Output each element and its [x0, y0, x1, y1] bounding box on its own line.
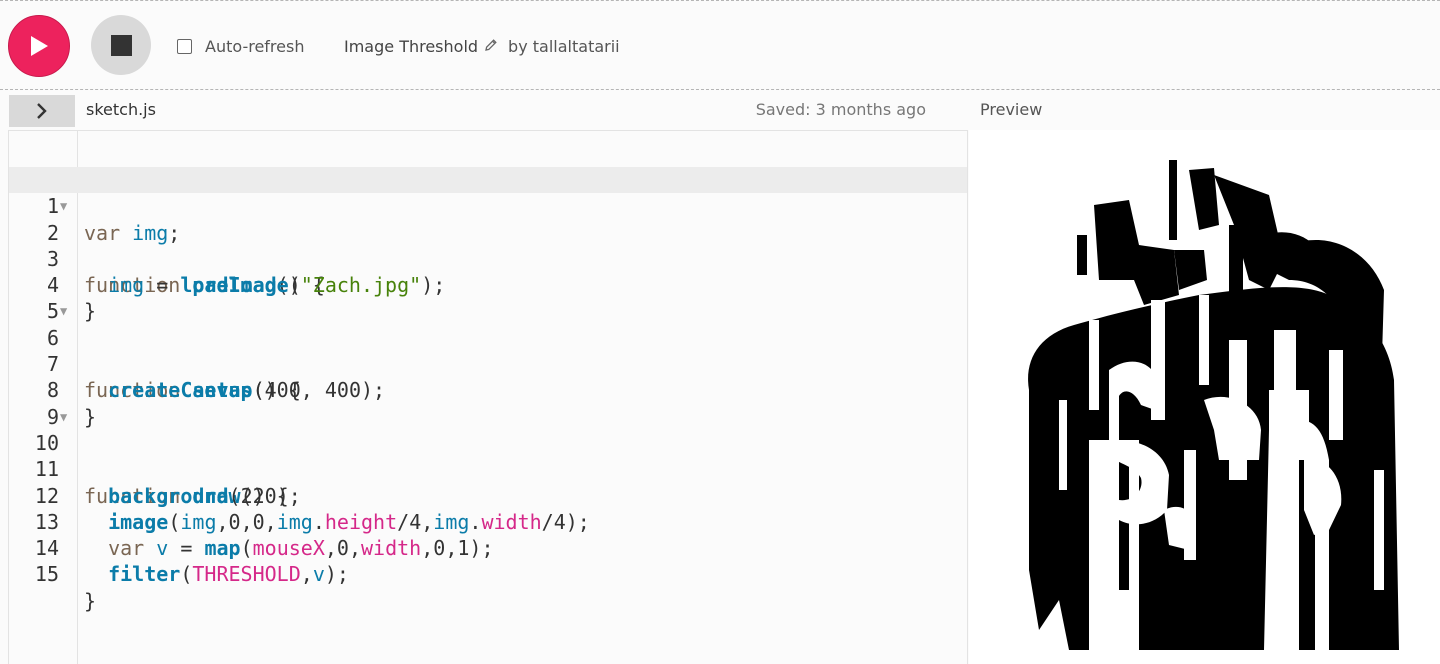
by-prefix: by	[508, 36, 528, 56]
code-line[interactable]: 9	[9, 377, 967, 429]
code-line[interactable]: 2 ▼ function preload() {	[9, 193, 967, 297]
line-number: 15	[34, 562, 59, 587]
code-line[interactable]: 1 var img;	[9, 167, 967, 244]
code-line[interactable]: 14 filter(THRESHOLD,v);	[9, 509, 967, 586]
threshold-image	[1028, 160, 1399, 650]
saved-status: Saved: 3 months ago	[755, 100, 926, 119]
code-text[interactable]: filter(THRESHOLD,v);	[84, 561, 349, 587]
code-line[interactable]: 12 image(img,0,0,img.height/4,img.width/…	[9, 456, 967, 534]
fold-arrow-icon[interactable]: ▼	[60, 404, 67, 430]
auto-refresh-label: Auto-refresh	[205, 36, 305, 56]
preview-label: Preview	[980, 100, 1043, 119]
code-line[interactable]: 8 }	[9, 351, 967, 428]
code-line[interactable]: 10 ▼ function draw() {	[9, 404, 967, 508]
author-line: by tallaltatarii	[508, 37, 620, 56]
auto-refresh-toggle[interactable]: Auto-refresh	[177, 35, 304, 57]
toolbar: Auto-refresh Image Threshold by tallalta…	[0, 0, 1440, 90]
code-line[interactable]: 4 }	[9, 246, 967, 323]
code-line[interactable]: 5	[9, 272, 967, 323]
pencil-icon[interactable]	[484, 37, 498, 56]
play-button[interactable]	[8, 15, 70, 77]
collapse-sidebar-button[interactable]	[9, 95, 75, 127]
code-line[interactable]: 7 createCanvas(400, 400);	[9, 325, 967, 402]
auto-refresh-checkbox[interactable]	[177, 38, 192, 54]
stop-button[interactable]	[91, 15, 151, 75]
code-line[interactable]: 6 ▼ function setup() {	[9, 298, 967, 402]
preview-canvas[interactable]	[969, 130, 1440, 664]
author-link[interactable]: tallaltatarii	[533, 37, 620, 56]
file-name: sketch.js	[86, 100, 156, 119]
play-icon	[31, 36, 48, 56]
project-name[interactable]: Image Threshold	[344, 37, 478, 56]
editor-header: sketch.js Saved: 3 months ago	[0, 91, 968, 129]
code-text[interactable]: }	[84, 588, 96, 614]
code-editor[interactable]: 1 var img; 2 ▼ function preload() { 3 im…	[8, 130, 968, 664]
code-line[interactable]: 11 background(220);	[9, 430, 967, 507]
code-line[interactable]: 13 var v = map(mouseX,0,width,0,1);	[9, 483, 967, 560]
code-line[interactable]: 3 img = loadImage("Zach.jpg");	[9, 220, 967, 297]
project-info: Image Threshold by tallaltatarii	[344, 35, 620, 57]
stop-icon	[110, 34, 132, 56]
code-lines[interactable]: 1 var img; 2 ▼ function preload() { 3 im…	[9, 167, 967, 612]
code-line[interactable]: 15 }	[9, 535, 967, 612]
fold-arrow-icon[interactable]: ▼	[60, 193, 67, 219]
chevron-right-icon	[37, 103, 47, 119]
fold-arrow-icon[interactable]: ▼	[60, 298, 67, 324]
